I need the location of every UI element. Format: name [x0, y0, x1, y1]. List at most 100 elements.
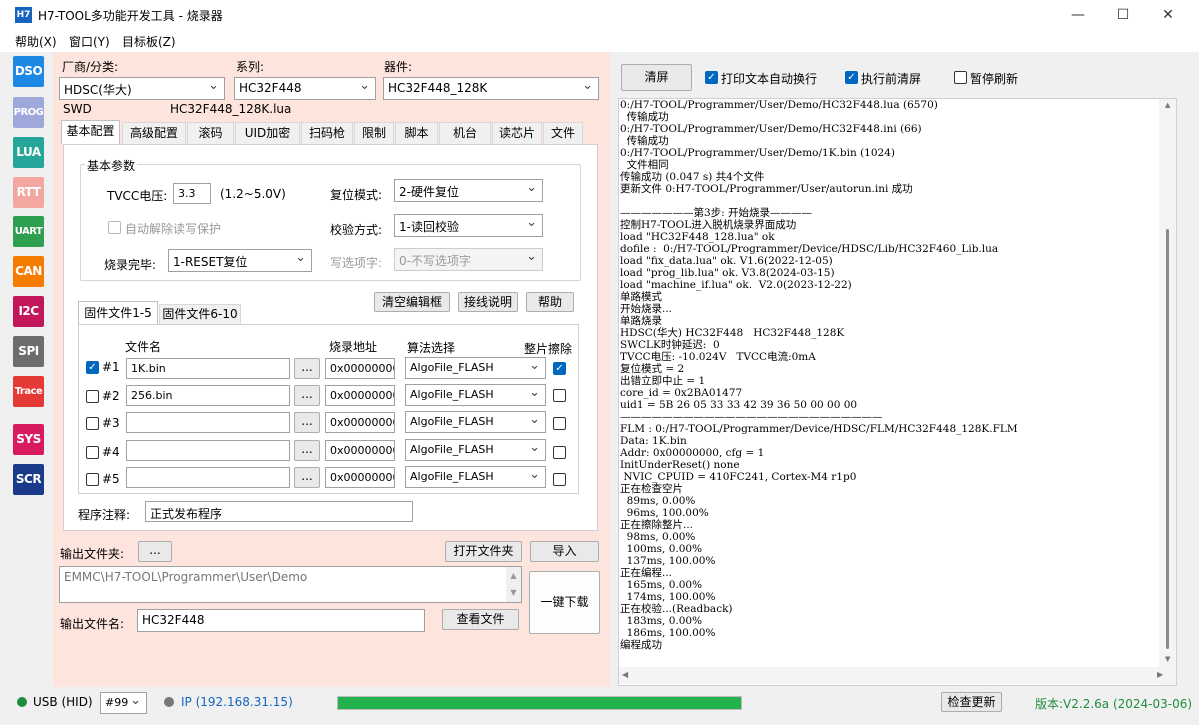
row4-address-input[interactable]: 0x00000000: [325, 440, 395, 461]
vendor-select[interactable]: HDSC(华大): [59, 77, 225, 100]
sidebar-trace-button[interactable]: Trace: [13, 376, 44, 407]
scroll-up-icon[interactable]: ▲: [1165, 101, 1170, 109]
row2-browse-button[interactable]: ...: [294, 385, 320, 406]
log-horizontal-scrollbar[interactable]: ◀ ▶: [619, 667, 1163, 684]
sidebar-sys-button[interactable]: SYS: [13, 424, 44, 455]
row3-algorithm-select[interactable]: AlgoFile_FLASH: [405, 411, 546, 433]
row1-file-input[interactable]: 1K.bin: [126, 358, 290, 379]
device-select[interactable]: HC32F448_128K: [383, 77, 599, 100]
row2-enable-checkbox[interactable]: [86, 390, 99, 403]
sidebar-prog-button[interactable]: PROG: [13, 97, 44, 128]
series-select[interactable]: HC32F448: [234, 77, 376, 100]
row1-erase-checkbox[interactable]: ✓: [553, 362, 566, 375]
row1-algorithm-select[interactable]: AlgoFile_FLASH: [405, 357, 546, 379]
row2-file-input[interactable]: 256.bin: [126, 385, 290, 406]
sidebar-scr-button[interactable]: SCR: [13, 464, 44, 495]
tab-firmware-6-10[interactable]: 固件文件6-10: [159, 304, 241, 325]
row1-browse-button[interactable]: ...: [294, 358, 320, 379]
tab-limit[interactable]: 限制: [354, 122, 394, 145]
scroll-down-icon[interactable]: ▼: [1165, 655, 1170, 663]
clear-before-checkbox[interactable]: ✓: [845, 71, 858, 84]
row3-file-input[interactable]: [126, 412, 290, 433]
wiring-help-button[interactable]: 接线说明: [458, 292, 518, 312]
sidebar-rtt-button[interactable]: RTT: [13, 177, 44, 208]
log-output[interactable]: 0:/H7-TOOL/Programmer/User/Demo/HC32F448…: [618, 98, 1177, 686]
pause-refresh-checkbox[interactable]: [954, 71, 967, 84]
tab-firmware-1-5[interactable]: 固件文件1-5: [78, 301, 158, 325]
row4-file-input[interactable]: [126, 440, 290, 461]
row2-address-input[interactable]: 0x00000000: [325, 385, 395, 406]
tab-script[interactable]: 脚本: [395, 122, 438, 145]
sidebar-i2c-button[interactable]: I2C: [13, 296, 44, 327]
sidebar-spi-button[interactable]: SPI: [13, 336, 44, 367]
help-button[interactable]: 帮助: [526, 292, 574, 312]
auto-wrap-checkbox[interactable]: ✓: [705, 71, 718, 84]
row4-algorithm-select[interactable]: AlgoFile_FLASH: [405, 439, 546, 461]
address-header: 烧录地址: [329, 340, 378, 354]
row5-erase-checkbox[interactable]: [553, 473, 566, 486]
output-name-input[interactable]: HC32F448: [137, 609, 425, 632]
row2-algorithm-select[interactable]: AlgoFile_FLASH: [405, 384, 546, 406]
log-vertical-scrollbar[interactable]: ▲ ▼: [1159, 99, 1176, 685]
row4-erase-checkbox[interactable]: [553, 446, 566, 459]
row3-address-input[interactable]: 0x00000000: [325, 412, 395, 433]
row4-enable-checkbox[interactable]: [86, 446, 99, 459]
verify-mode-select[interactable]: 1-读回校验: [394, 214, 543, 237]
tab-machine[interactable]: 机台: [439, 122, 491, 145]
sidebar-can-button[interactable]: CAN: [13, 256, 44, 287]
check-update-button[interactable]: 检查更新: [941, 692, 1002, 712]
tab-file[interactable]: 文件: [543, 122, 583, 145]
menu-help[interactable]: 帮助(X): [15, 33, 57, 50]
row2-index: #2: [102, 389, 120, 403]
sidebar-lua-button[interactable]: LUA: [13, 137, 44, 168]
row4-browse-button[interactable]: ...: [294, 440, 320, 461]
menu-window[interactable]: 窗口(Y): [69, 33, 110, 50]
tab-advanced-config[interactable]: 高级配置: [122, 122, 186, 145]
row5-browse-button[interactable]: ...: [294, 467, 320, 488]
row1-address-input[interactable]: 0x00000000: [325, 358, 395, 379]
series-label: 系列:: [236, 60, 265, 74]
row5-address-input[interactable]: 0x00000000: [325, 467, 395, 488]
row5-algorithm-select[interactable]: AlgoFile_FLASH: [405, 466, 546, 488]
device-number-select[interactable]: #99: [100, 692, 147, 714]
clear-editor-button[interactable]: 清空编辑框: [374, 292, 450, 312]
row5-enable-checkbox[interactable]: [86, 473, 99, 486]
tvcc-input[interactable]: 3.3: [173, 183, 211, 204]
import-button[interactable]: 导入: [530, 541, 599, 562]
menu-target-board[interactable]: 目标板(Z): [122, 33, 176, 50]
reset-mode-select[interactable]: 2-硬件复位: [394, 179, 543, 202]
view-file-button[interactable]: 查看文件: [442, 609, 519, 630]
progress-bar: [337, 696, 742, 710]
output-path-field[interactable]: EMMC\H7-TOOL\Programmer\User\Demo: [59, 566, 522, 603]
auto-unprotect-checkbox[interactable]: [108, 221, 121, 234]
row1-enable-checkbox[interactable]: ✓: [86, 361, 99, 374]
tab-read-chip[interactable]: 读芯片: [492, 122, 542, 145]
scroll-left-icon[interactable]: ◀: [622, 670, 628, 679]
row3-browse-button[interactable]: ...: [294, 412, 320, 433]
tab-basic-config[interactable]: 基本配置: [61, 120, 120, 144]
log-scroll-thumb[interactable]: [1166, 229, 1169, 649]
maximize-button[interactable]: ☐: [1100, 0, 1146, 30]
row2-erase-checkbox[interactable]: [553, 389, 566, 402]
sidebar-uart-button[interactable]: UART: [13, 216, 44, 247]
tab-uid-encrypt[interactable]: UID加密: [235, 122, 300, 145]
note-input[interactable]: 正式发布程序: [145, 501, 413, 522]
one-click-download-button[interactable]: 一键下载: [529, 571, 600, 634]
row3-erase-checkbox[interactable]: [553, 417, 566, 430]
minimize-button[interactable]: —: [1055, 0, 1101, 30]
close-button[interactable]: ✕: [1145, 0, 1191, 30]
clear-screen-button[interactable]: 清屏: [621, 64, 692, 91]
row3-enable-checkbox[interactable]: [86, 417, 99, 430]
path-scrollbar[interactable]: ▲ ▼: [506, 567, 521, 602]
open-folder-button[interactable]: 打开文件夹: [445, 541, 522, 562]
output-folder-browse-button[interactable]: ...: [138, 541, 172, 562]
after-program-select[interactable]: 1-RESET复位: [168, 249, 312, 272]
scroll-right-icon[interactable]: ▶: [1157, 670, 1163, 679]
log-text: 0:/H7-TOOL/Programmer/User/Demo/HC32F448…: [620, 99, 1018, 651]
option-bytes-select[interactable]: 0-不写选项字: [394, 248, 543, 271]
verify-mode-label: 校验方式:: [330, 223, 383, 237]
tab-rolling-code[interactable]: 滚码: [187, 122, 234, 145]
row5-file-input[interactable]: [126, 467, 290, 488]
tab-scanner[interactable]: 扫码枪: [301, 122, 353, 145]
sidebar-dso-button[interactable]: DSO: [13, 56, 44, 87]
